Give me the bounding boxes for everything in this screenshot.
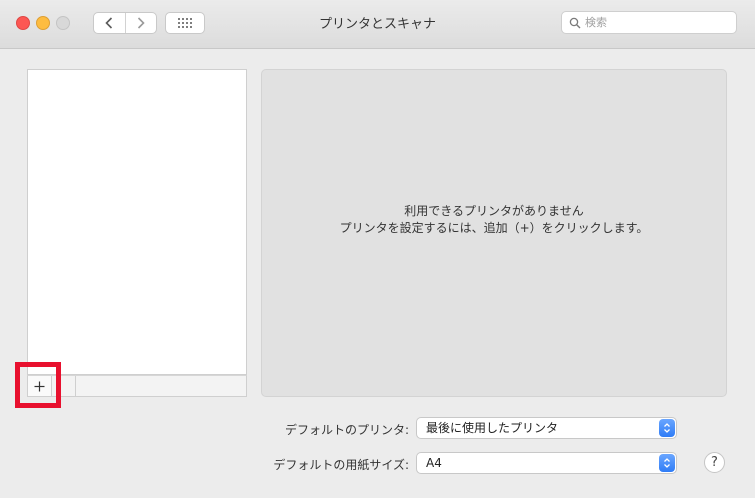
navigation-buttons	[93, 12, 157, 34]
updown-arrows-icon	[659, 454, 675, 472]
help-button[interactable]: ?	[704, 452, 725, 473]
chevron-left-icon	[105, 17, 113, 29]
printer-list[interactable]	[27, 69, 247, 375]
back-button[interactable]	[94, 13, 125, 33]
updown-arrows-icon	[659, 419, 675, 437]
no-printers-message: 利用できるプリンタがありません プリンタを設定するには、追加（+）をクリックしま…	[262, 203, 726, 237]
chevron-right-icon	[137, 17, 145, 29]
show-all-grid-icon	[178, 18, 192, 28]
default-printer-label: デフォルトのプリンタ:	[284, 423, 409, 437]
remove-printer-button[interactable]	[52, 376, 76, 396]
forward-button[interactable]	[124, 13, 157, 33]
default-paper-size-popup[interactable]: A4	[416, 452, 677, 474]
default-paper-size-label: デフォルトの用紙サイズ:	[273, 458, 409, 472]
window-title: プリンタとスキャナ	[318, 17, 436, 32]
no-printers-message-line2: プリンタを設定するには、追加（+）をクリックします。	[339, 221, 649, 235]
minimize-window-button[interactable]	[36, 16, 50, 30]
printers-scanners-window: プリンタとスキャナ 利用できるプリンタがありません プリンタを設定するには、追加…	[0, 0, 755, 498]
show-all-button[interactable]	[165, 12, 205, 34]
title-bar: プリンタとスキャナ	[0, 0, 755, 49]
zoom-window-button[interactable]	[56, 16, 70, 30]
add-printer-button[interactable]	[28, 376, 52, 396]
default-paper-size-value: A4	[426, 456, 442, 470]
plus-icon	[34, 381, 45, 391]
default-printer-value: 最後に使用したプリンタ	[426, 421, 559, 435]
close-window-button[interactable]	[16, 16, 30, 30]
no-printers-message-line1: 利用できるプリンタがありません	[404, 204, 584, 218]
default-printer-popup[interactable]: 最後に使用したプリンタ	[416, 417, 677, 439]
search-field[interactable]	[561, 11, 737, 34]
printer-detail-pane: 利用できるプリンタがありません プリンタを設定するには、追加（+）をクリックしま…	[261, 69, 727, 397]
search-input[interactable]	[585, 16, 725, 29]
printer-list-toolbar	[27, 375, 247, 397]
search-icon	[569, 17, 581, 28]
